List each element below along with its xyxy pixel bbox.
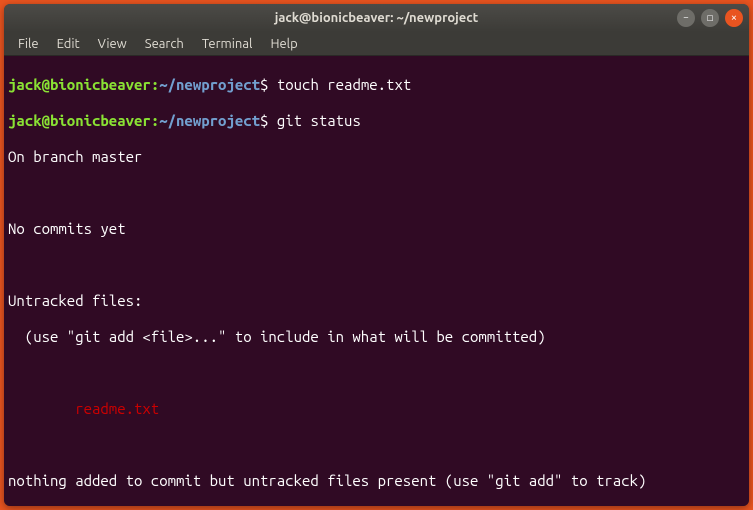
output-line: (use "git add <file>..." to include in w… (8, 328, 745, 346)
titlebar[interactable]: jack@bionicbeaver: ~/newproject – ◻ × (4, 4, 749, 32)
menu-edit[interactable]: Edit (49, 35, 88, 53)
prompt-userhost: jack@bionicbeaver (8, 112, 151, 129)
prompt-path: ~/newproject (159, 76, 260, 93)
prompt-path: ~/newproject (159, 112, 260, 129)
blank-line (8, 184, 745, 202)
output-line: nothing added to commit but untracked fi… (8, 472, 745, 490)
window-title: jack@bionicbeaver: ~/newproject (12, 11, 741, 25)
untracked-file: readme.txt (8, 400, 745, 418)
minimize-button[interactable]: – (677, 9, 695, 27)
terminal-line: jack@bionicbeaver:~/newproject$ touch re… (8, 76, 745, 94)
menubar: File Edit View Search Terminal Help (4, 32, 749, 56)
maximize-button[interactable]: ◻ (701, 9, 719, 27)
window-controls: – ◻ × (677, 9, 743, 27)
menu-help[interactable]: Help (262, 35, 305, 53)
menu-file[interactable]: File (10, 35, 47, 53)
output-line: No commits yet (8, 220, 745, 238)
terminal-window: jack@bionicbeaver: ~/newproject – ◻ × Fi… (4, 4, 749, 506)
blank-line (8, 256, 745, 274)
prompt-colon: : (151, 112, 159, 129)
menu-terminal[interactable]: Terminal (194, 35, 261, 53)
menu-search[interactable]: Search (137, 35, 192, 53)
close-button[interactable]: × (725, 9, 743, 27)
prompt-colon: : (151, 76, 159, 93)
menu-view[interactable]: View (90, 35, 135, 53)
blank-line (8, 436, 745, 454)
command-text: git status (268, 112, 360, 129)
blank-line (8, 364, 745, 382)
prompt-userhost: jack@bionicbeaver (8, 76, 151, 93)
output-line: Untracked files: (8, 292, 745, 310)
command-text: touch readme.txt (268, 76, 411, 93)
terminal-line: jack@bionicbeaver:~/newproject$ git stat… (8, 112, 745, 130)
terminal-area[interactable]: jack@bionicbeaver:~/newproject$ touch re… (4, 56, 749, 506)
output-line: On branch master (8, 148, 745, 166)
